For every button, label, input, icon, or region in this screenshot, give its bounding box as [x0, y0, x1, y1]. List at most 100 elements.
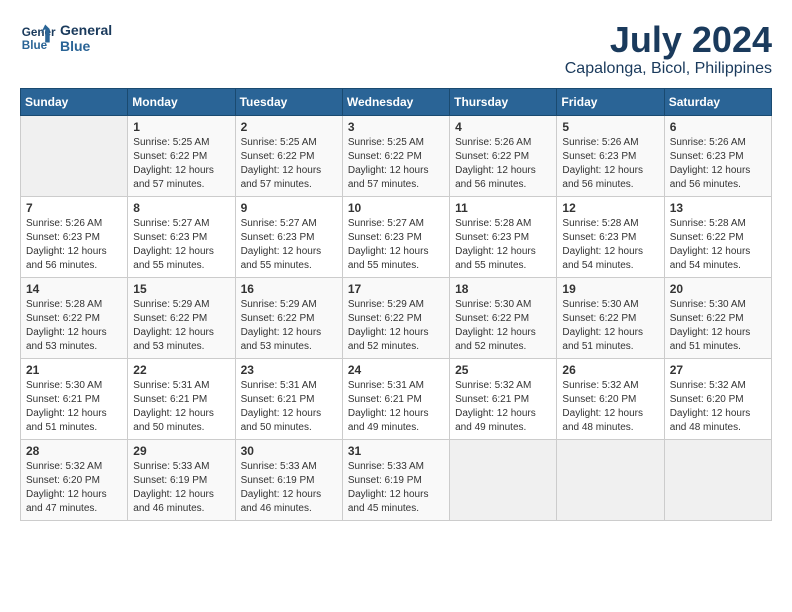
day-info: Sunrise: 5:29 AMSunset: 6:22 PMDaylight:… [241, 298, 337, 354]
day-info: Sunrise: 5:30 AMSunset: 6:22 PMDaylight:… [562, 298, 658, 354]
day-number: 19 [562, 282, 658, 296]
calendar-cell: 20Sunrise: 5:30 AMSunset: 6:22 PMDayligh… [664, 277, 771, 358]
weekday-header-friday: Friday [557, 88, 664, 115]
calendar-week-3: 14 Sunrise: 5:28 AMSunset: 6:22 PMDayligh… [21, 277, 772, 358]
day-number: 6 [670, 120, 766, 134]
day-info: Sunrise: 5:33 AMSunset: 6:19 PMDaylight:… [348, 460, 444, 516]
day-number: 3 [348, 120, 444, 134]
calendar-cell: 5 Sunrise: 5:26 AMSunset: 6:23 PMDaylight… [557, 115, 664, 196]
calendar-cell: 10Sunrise: 5:27 AMSunset: 6:23 PMDayligh… [342, 196, 449, 277]
svg-text:Blue: Blue [22, 39, 48, 52]
calendar-cell: 1 Sunrise: 5:25 AMSunset: 6:22 PMDaylight… [128, 115, 235, 196]
day-number: 31 [348, 444, 444, 458]
calendar-cell: 2 Sunrise: 5:25 AMSunset: 6:22 PMDaylight… [235, 115, 342, 196]
day-number: 1 [133, 120, 229, 134]
location-subtitle: Capalonga, Bicol, Philippines [565, 60, 772, 78]
day-number: 20 [670, 282, 766, 296]
day-info: Sunrise: 5:30 AMSunset: 6:22 PMDaylight:… [455, 298, 551, 354]
calendar-cell: 27 Sunrise: 5:32 AMSunset: 6:20 PMDayligh… [664, 358, 771, 439]
day-number: 29 [133, 444, 229, 458]
day-info: Sunrise: 5:33 AMSunset: 6:19 PMDaylight:… [133, 460, 229, 516]
calendar-cell: 9Sunrise: 5:27 AMSunset: 6:23 PMDaylight… [235, 196, 342, 277]
logo-general: General [60, 22, 112, 38]
day-number: 30 [241, 444, 337, 458]
day-info: Sunrise: 5:26 AMSunset: 6:22 PMDaylight:… [455, 136, 551, 192]
day-number: 8 [133, 201, 229, 215]
day-number: 28 [26, 444, 122, 458]
day-number: 17 [348, 282, 444, 296]
day-number: 18 [455, 282, 551, 296]
calendar-cell [21, 115, 128, 196]
calendar-cell: 22 Sunrise: 5:31 AMSunset: 6:21 PMDayligh… [128, 358, 235, 439]
day-number: 2 [241, 120, 337, 134]
calendar-cell: 17 Sunrise: 5:29 AMSunset: 6:22 PMDayligh… [342, 277, 449, 358]
day-info: Sunrise: 5:28 AMSunset: 6:23 PMDaylight:… [562, 217, 658, 273]
weekday-header-sunday: Sunday [21, 88, 128, 115]
month-year-title: July 2024 [565, 20, 772, 60]
day-number: 22 [133, 363, 229, 377]
calendar-cell: 23 Sunrise: 5:31 AMSunset: 6:21 PMDayligh… [235, 358, 342, 439]
calendar-cell [557, 439, 664, 520]
calendar-week-2: 7 Sunrise: 5:26 AMSunset: 6:23 PMDaylight… [21, 196, 772, 277]
calendar-cell: 15Sunrise: 5:29 AMSunset: 6:22 PMDayligh… [128, 277, 235, 358]
day-info: Sunrise: 5:27 AMSunset: 6:23 PMDaylight:… [133, 217, 229, 273]
day-info: Sunrise: 5:25 AMSunset: 6:22 PMDaylight:… [241, 136, 337, 192]
day-info: Sunrise: 5:26 AMSunset: 6:23 PMDaylight:… [562, 136, 658, 192]
calendar-week-4: 21Sunrise: 5:30 AMSunset: 6:21 PMDayligh… [21, 358, 772, 439]
day-info: Sunrise: 5:29 AMSunset: 6:22 PMDaylight:… [348, 298, 444, 354]
day-number: 5 [562, 120, 658, 134]
day-info: Sunrise: 5:28 AMSunset: 6:23 PMDaylight:… [455, 217, 551, 273]
day-info: Sunrise: 5:25 AMSunset: 6:22 PMDaylight:… [133, 136, 229, 192]
calendar-cell: 28 Sunrise: 5:32 AMSunset: 6:20 PMDayligh… [21, 439, 128, 520]
calendar-cell: 19 Sunrise: 5:30 AMSunset: 6:22 PMDayligh… [557, 277, 664, 358]
day-number: 9 [241, 201, 337, 215]
calendar-cell: 11Sunrise: 5:28 AMSunset: 6:23 PMDayligh… [450, 196, 557, 277]
calendar-week-1: 1 Sunrise: 5:25 AMSunset: 6:22 PMDaylight… [21, 115, 772, 196]
calendar-week-5: 28 Sunrise: 5:32 AMSunset: 6:20 PMDayligh… [21, 439, 772, 520]
day-info: Sunrise: 5:31 AMSunset: 6:21 PMDaylight:… [241, 379, 337, 435]
day-info: Sunrise: 5:26 AMSunset: 6:23 PMDaylight:… [26, 217, 122, 273]
calendar-cell: 4Sunrise: 5:26 AMSunset: 6:22 PMDaylight… [450, 115, 557, 196]
calendar-cell: 14 Sunrise: 5:28 AMSunset: 6:22 PMDayligh… [21, 277, 128, 358]
day-info: Sunrise: 5:31 AMSunset: 6:21 PMDaylight:… [133, 379, 229, 435]
day-info: Sunrise: 5:32 AMSunset: 6:20 PMDaylight:… [26, 460, 122, 516]
day-info: Sunrise: 5:32 AMSunset: 6:20 PMDaylight:… [670, 379, 766, 435]
day-number: 16 [241, 282, 337, 296]
calendar-table: SundayMondayTuesdayWednesdayThursdayFrid… [20, 88, 772, 521]
day-number: 7 [26, 201, 122, 215]
day-info: Sunrise: 5:28 AMSunset: 6:22 PMDaylight:… [26, 298, 122, 354]
logo-blue: Blue [60, 38, 112, 54]
day-info: Sunrise: 5:27 AMSunset: 6:23 PMDaylight:… [348, 217, 444, 273]
day-number: 23 [241, 363, 337, 377]
logo-icon: General Blue [20, 20, 56, 56]
calendar-cell: 25Sunrise: 5:32 AMSunset: 6:21 PMDayligh… [450, 358, 557, 439]
weekday-header-saturday: Saturday [664, 88, 771, 115]
calendar-cell: 31 Sunrise: 5:33 AMSunset: 6:19 PMDayligh… [342, 439, 449, 520]
title-area: July 2024 Capalonga, Bicol, Philippines [565, 20, 772, 78]
page-header: General Blue General Blue July 2024 Capa… [20, 20, 772, 78]
weekday-header-monday: Monday [128, 88, 235, 115]
calendar-cell: 26Sunrise: 5:32 AMSunset: 6:20 PMDayligh… [557, 358, 664, 439]
day-number: 15 [133, 282, 229, 296]
calendar-cell: 12Sunrise: 5:28 AMSunset: 6:23 PMDayligh… [557, 196, 664, 277]
day-number: 27 [670, 363, 766, 377]
day-number: 24 [348, 363, 444, 377]
logo: General Blue General Blue [20, 20, 112, 56]
calendar-cell [450, 439, 557, 520]
day-info: Sunrise: 5:33 AMSunset: 6:19 PMDaylight:… [241, 460, 337, 516]
day-number: 25 [455, 363, 551, 377]
day-number: 13 [670, 201, 766, 215]
svg-text:General: General [22, 26, 56, 39]
calendar-cell: 29 Sunrise: 5:33 AMSunset: 6:19 PMDayligh… [128, 439, 235, 520]
day-number: 14 [26, 282, 122, 296]
day-info: Sunrise: 5:25 AMSunset: 6:22 PMDaylight:… [348, 136, 444, 192]
day-info: Sunrise: 5:32 AMSunset: 6:20 PMDaylight:… [562, 379, 658, 435]
weekday-header-tuesday: Tuesday [235, 88, 342, 115]
calendar-cell [664, 439, 771, 520]
day-number: 21 [26, 363, 122, 377]
day-info: Sunrise: 5:26 AMSunset: 6:23 PMDaylight:… [670, 136, 766, 192]
calendar-cell: 24Sunrise: 5:31 AMSunset: 6:21 PMDayligh… [342, 358, 449, 439]
weekday-header-row: SundayMondayTuesdayWednesdayThursdayFrid… [21, 88, 772, 115]
day-info: Sunrise: 5:28 AMSunset: 6:22 PMDaylight:… [670, 217, 766, 273]
calendar-cell: 16 Sunrise: 5:29 AMSunset: 6:22 PMDayligh… [235, 277, 342, 358]
